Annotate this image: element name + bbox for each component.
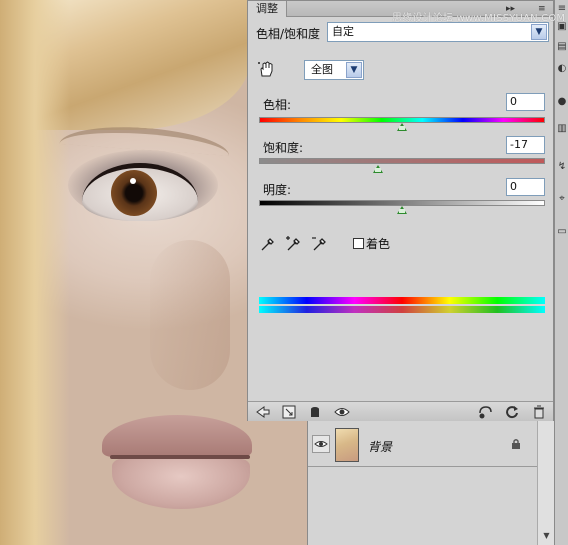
clip-to-layer-icon[interactable] [307,404,323,420]
lips [102,415,252,510]
saturation-slider-track[interactable] [259,158,545,164]
view-previous-state-icon[interactable] [477,404,493,420]
dock-tool-icon[interactable]: ▤ [556,40,568,54]
layer-name[interactable]: 背景 [368,438,392,455]
hue-label: 色相: [263,98,292,112]
colorize-label: 着色 [366,237,391,251]
visibility-eye-icon[interactable] [334,404,350,420]
dock-tool-icon[interactable]: ▭ [556,225,568,239]
hue-input[interactable]: 0 [506,93,545,111]
eye-glint [130,178,136,184]
right-dock: ≡ ▣ ▤ ◐ ● ▥ ↯ ⌖ ▭ [554,0,568,545]
chevron-down-icon[interactable]: ▼ [531,24,547,40]
channel-select[interactable]: 全图 ▼ [304,60,364,80]
dock-tool-icon[interactable]: ◐ [556,62,568,76]
tab-adjustments[interactable]: 调整 [248,1,287,17]
layer-row[interactable]: 背景 [308,425,537,467]
layer-visibility-eye-icon[interactable] [312,435,330,453]
chevron-down-icon[interactable]: ▼ [346,62,362,78]
lightness-label: 明度: [263,183,292,197]
layers-scrollbar[interactable]: ▼ [537,421,555,545]
lightness-input[interactable]: 0 [506,178,545,196]
reset-icon[interactable] [504,404,520,420]
saturation-label: 饱和度: [263,141,304,155]
output-spectrum-bar [259,306,545,313]
adjustments-panel: 调整 ▸▸ ≡ 色相/饱和度 自定 ▼ 全图 ▼ 色相: 0 饱和度: -17 … [247,0,554,421]
upper-lip [102,415,252,457]
dock-tool-icon[interactable]: ↯ [556,160,568,174]
scroll-down-arrow-icon[interactable]: ▼ [539,529,554,543]
lock-icon [512,439,520,449]
preset-label: 色相/饱和度 [256,27,321,41]
colorize-checkbox[interactable] [353,238,364,249]
iris [111,170,157,216]
layer-thumbnail [335,428,359,462]
saturation-input[interactable]: -17 [506,136,545,154]
panel-bottom-toolbar [248,401,553,421]
trash-icon[interactable] [531,404,547,420]
lower-lip [112,459,250,509]
channel-value: 全图 [311,63,333,76]
layers-panel: 背景 ▼ [307,421,555,545]
targeted-adjustment-hand-icon[interactable] [257,60,275,78]
dock-tool-icon[interactable]: ▥ [556,122,568,136]
hue-slider-thumb[interactable] [397,123,407,131]
watermark: 思缘设计论坛 www.MISSYUAN.COM [392,13,566,24]
lightness-slider-thumb[interactable] [397,206,407,214]
eyedropper-minus-icon[interactable] [311,235,329,253]
eyedropper-plus-icon[interactable] [285,235,303,253]
dock-tool-icon[interactable]: ● [556,95,568,109]
hair-side-region [0,0,70,545]
expand-view-icon[interactable] [281,404,297,420]
eyedropper-icon[interactable] [259,235,277,253]
saturation-slider-thumb[interactable] [372,165,383,173]
preset-select[interactable]: 自定 ▼ [327,22,549,42]
nose-shadow [150,240,230,390]
preset-value: 自定 [332,25,354,38]
input-spectrum-bar [259,297,545,304]
dock-tool-icon[interactable]: ⌖ [556,192,568,206]
back-arrow-icon[interactable] [255,404,271,420]
